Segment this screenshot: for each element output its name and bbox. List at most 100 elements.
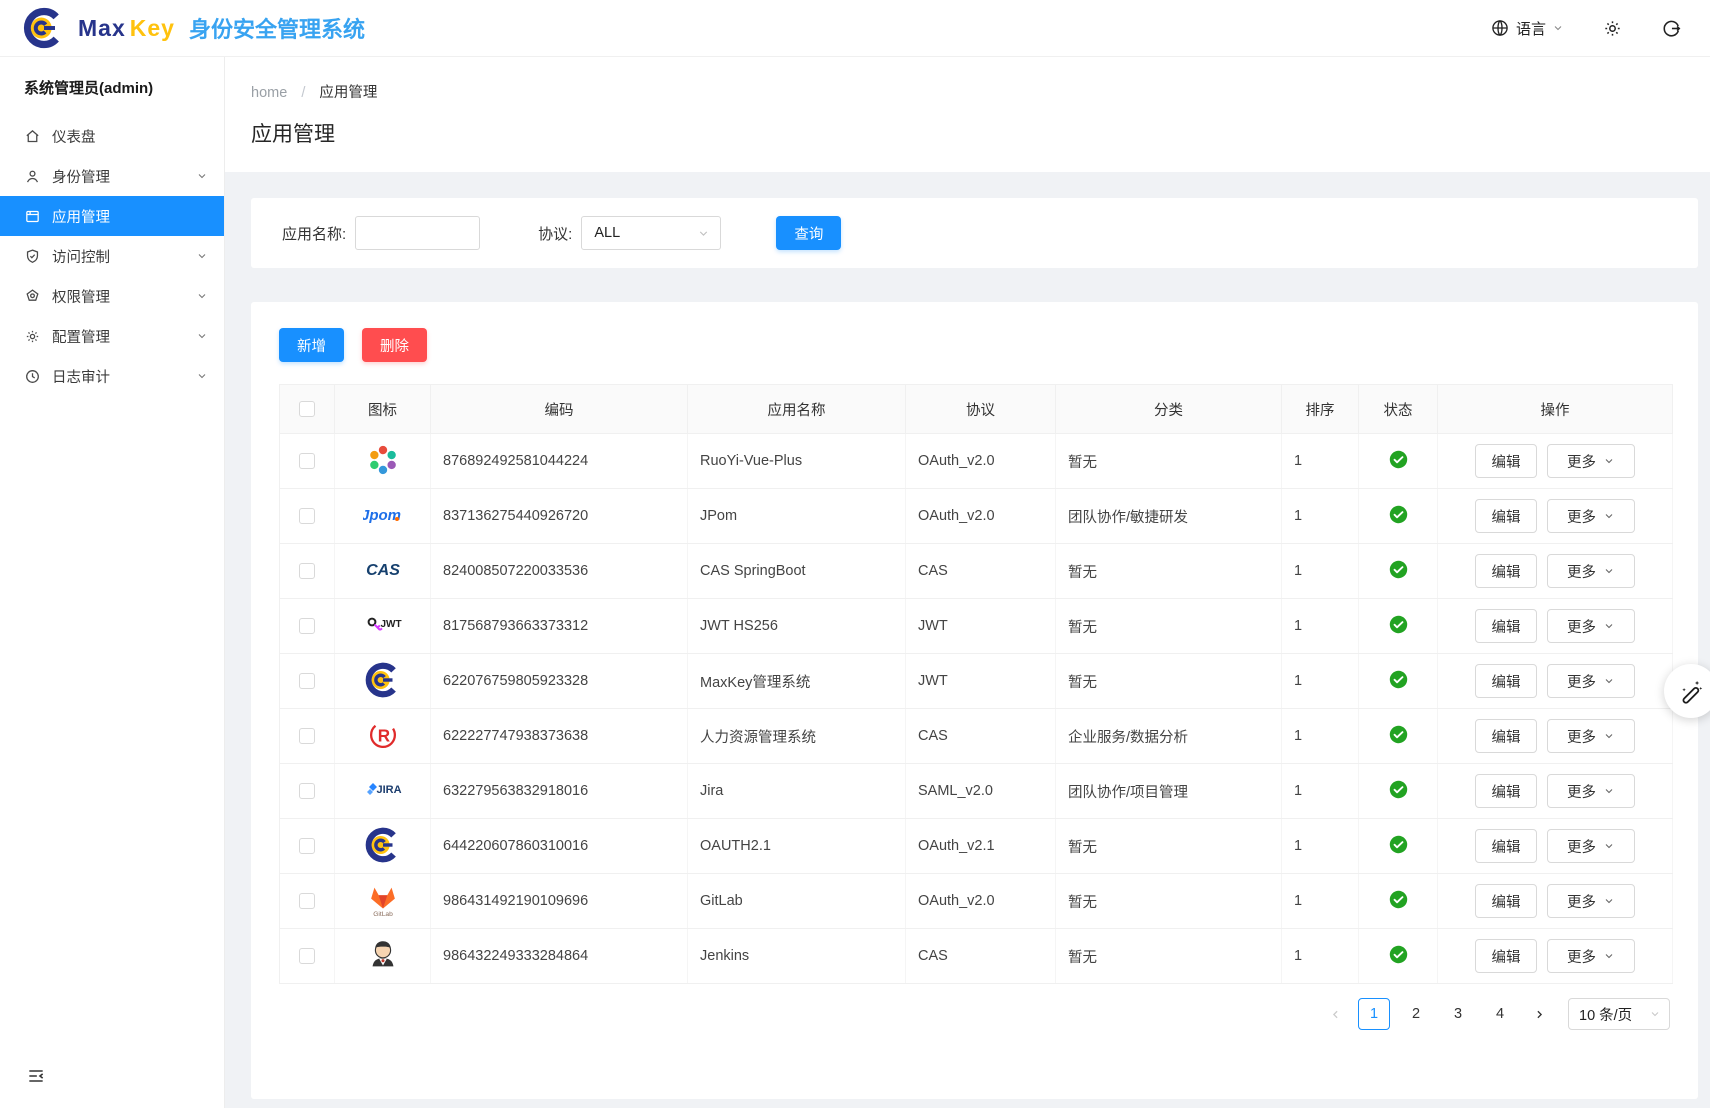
table-toolbar: 新增 删除 bbox=[279, 328, 1672, 362]
row-checkbox[interactable] bbox=[299, 618, 315, 634]
edit-button[interactable]: 编辑 bbox=[1475, 884, 1537, 918]
brand[interactable]: Max Key 身份安全管理系统 bbox=[22, 6, 365, 50]
more-button[interactable]: 更多 bbox=[1547, 444, 1635, 478]
row-checkbox[interactable] bbox=[299, 893, 315, 909]
app-sort: 1 bbox=[1282, 874, 1359, 929]
prev-page-button[interactable] bbox=[1322, 998, 1348, 1030]
app-category: 暂无 bbox=[1056, 819, 1282, 874]
table-row: GitLab986431492190109696GitLabOAuth_v2.0… bbox=[280, 874, 1673, 929]
edit-button[interactable]: 编辑 bbox=[1475, 829, 1537, 863]
edit-button[interactable]: 编辑 bbox=[1475, 719, 1537, 753]
more-button[interactable]: 更多 bbox=[1547, 774, 1635, 808]
sidebar-item-3[interactable]: 访问控制 bbox=[0, 236, 224, 276]
app-code: 986432249333284864 bbox=[431, 929, 688, 984]
more-button[interactable]: 更多 bbox=[1547, 554, 1635, 588]
edit-button[interactable]: 编辑 bbox=[1475, 444, 1537, 478]
add-button[interactable]: 新增 bbox=[279, 328, 344, 362]
row-checkbox[interactable] bbox=[299, 453, 315, 469]
breadcrumb: home / 应用管理 bbox=[251, 81, 1710, 102]
sidebar-item-4[interactable]: 权限管理 bbox=[0, 276, 224, 316]
edit-button[interactable]: 编辑 bbox=[1475, 609, 1537, 643]
badge-icon bbox=[24, 288, 41, 305]
table-row: JIRA632279563832918016JiraSAML_v2.0团队协作/… bbox=[280, 764, 1673, 819]
app-code: 817568793663373312 bbox=[431, 599, 688, 654]
app-code: 986431492190109696 bbox=[431, 874, 688, 929]
sidebar-item-1[interactable]: 身份管理 bbox=[0, 156, 224, 196]
more-button[interactable]: 更多 bbox=[1547, 609, 1635, 643]
sidebar-collapse-button[interactable] bbox=[26, 1066, 46, 1090]
status-enabled-icon bbox=[1389, 670, 1408, 689]
breadcrumb-home[interactable]: home bbox=[251, 85, 287, 101]
app-code: 632279563832918016 bbox=[431, 764, 688, 819]
app-name-input[interactable] bbox=[355, 216, 480, 250]
more-button[interactable]: 更多 bbox=[1547, 829, 1635, 863]
edit-button[interactable]: 编辑 bbox=[1475, 774, 1537, 808]
protocol-select-value: ALL bbox=[594, 225, 620, 241]
page-3-button[interactable]: 3 bbox=[1442, 998, 1474, 1030]
language-switcher[interactable]: 语言 bbox=[1490, 18, 1564, 39]
app-name: JWT HS256 bbox=[688, 599, 906, 654]
app-code: 824008507220033536 bbox=[431, 544, 688, 599]
app-code: 622076759805923328 bbox=[431, 654, 688, 709]
edit-button[interactable]: 编辑 bbox=[1475, 554, 1537, 588]
page-size-select[interactable]: 10 条/页 bbox=[1568, 998, 1670, 1030]
table-row: 986432249333284864JenkinsCAS暂无1编辑更多 bbox=[280, 929, 1673, 984]
sidebar-item-label: 身份管理 bbox=[52, 166, 196, 187]
next-page-button[interactable] bbox=[1526, 998, 1552, 1030]
protocol-label: 协议: bbox=[538, 223, 572, 244]
row-checkbox[interactable] bbox=[299, 673, 315, 689]
chevron-down-icon bbox=[196, 370, 208, 382]
protocol-select[interactable]: ALL bbox=[581, 216, 721, 250]
chevron-down-icon bbox=[196, 250, 208, 262]
app-name: MaxKey管理系统 bbox=[688, 654, 906, 709]
more-button[interactable]: 更多 bbox=[1547, 719, 1635, 753]
main-content: home / 应用管理 应用管理 应用名称: 协议: ALL 查询 新增 删除 … bbox=[225, 57, 1710, 1108]
magic-wand-fab[interactable] bbox=[1664, 664, 1710, 718]
status-enabled-icon bbox=[1389, 560, 1408, 579]
settings-icon[interactable] bbox=[1602, 18, 1623, 39]
logout-icon[interactable] bbox=[1661, 18, 1682, 39]
page-1-button[interactable]: 1 bbox=[1358, 998, 1390, 1030]
table-row: R622227747938373638人力资源管理系统CAS企业服务/数据分析1… bbox=[280, 709, 1673, 764]
chevron-left-icon bbox=[1329, 1008, 1342, 1021]
brand-key: Key bbox=[130, 15, 175, 42]
more-button[interactable]: 更多 bbox=[1547, 939, 1635, 973]
clock-icon bbox=[24, 368, 41, 385]
status-enabled-icon bbox=[1389, 890, 1408, 909]
more-button[interactable]: 更多 bbox=[1547, 884, 1635, 918]
sidebar-item-5[interactable]: 配置管理 bbox=[0, 316, 224, 356]
row-checkbox[interactable] bbox=[299, 728, 315, 744]
page-4-button[interactable]: 4 bbox=[1484, 998, 1516, 1030]
jpom-logo: Jpom bbox=[363, 494, 403, 534]
row-checkbox[interactable] bbox=[299, 783, 315, 799]
topbar: Max Key 身份安全管理系统 语言 bbox=[0, 0, 1710, 57]
more-button[interactable]: 更多 bbox=[1547, 664, 1635, 698]
sidebar-item-2[interactable]: 应用管理 bbox=[0, 196, 224, 236]
row-checkbox[interactable] bbox=[299, 948, 315, 964]
app-name: GitLab bbox=[688, 874, 906, 929]
table-row: 644220607860310016OAUTH2.1OAuth_v2.1暂无1编… bbox=[280, 819, 1673, 874]
edit-button[interactable]: 编辑 bbox=[1475, 664, 1537, 698]
status-enabled-icon bbox=[1389, 505, 1408, 524]
chevron-down-icon bbox=[1603, 510, 1615, 522]
sidebar-item-6[interactable]: 日志审计 bbox=[0, 356, 224, 396]
edit-button[interactable]: 编辑 bbox=[1475, 499, 1537, 533]
column-header-name: 应用名称 bbox=[688, 385, 906, 434]
row-checkbox[interactable] bbox=[299, 508, 315, 524]
chevron-down-icon bbox=[1603, 840, 1615, 852]
edit-button[interactable]: 编辑 bbox=[1475, 939, 1537, 973]
sidebar-item-0[interactable]: 仪表盘 bbox=[0, 116, 224, 156]
svg-text:R: R bbox=[377, 726, 389, 745]
row-checkbox[interactable] bbox=[299, 838, 315, 854]
delete-button[interactable]: 删除 bbox=[362, 328, 427, 362]
more-button[interactable]: 更多 bbox=[1547, 499, 1635, 533]
app-category: 团队协作/敏捷研发 bbox=[1056, 489, 1282, 544]
app-code: 622227747938373638 bbox=[431, 709, 688, 764]
chevron-down-icon bbox=[1603, 675, 1615, 687]
row-checkbox[interactable] bbox=[299, 563, 315, 579]
table-row: 876892492581044224RuoYi-Vue-PlusOAuth_v2… bbox=[280, 434, 1673, 489]
select-all-checkbox[interactable] bbox=[299, 401, 315, 417]
page-2-button[interactable]: 2 bbox=[1400, 998, 1432, 1030]
search-button[interactable]: 查询 bbox=[776, 216, 841, 250]
page-size-value: 10 条/页 bbox=[1579, 1004, 1632, 1025]
